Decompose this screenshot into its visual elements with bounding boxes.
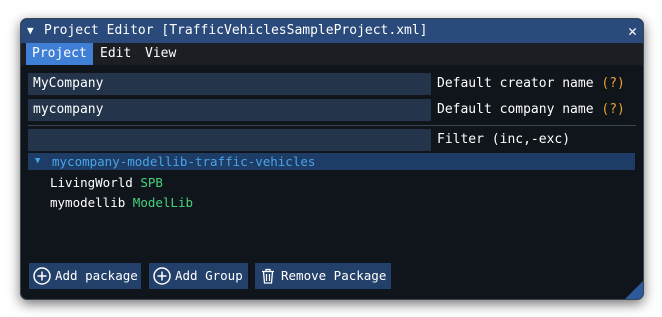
menu-project[interactable]: Project bbox=[26, 43, 93, 65]
plus-circle-icon bbox=[153, 267, 171, 285]
collapse-arrow-icon[interactable]: ▼ bbox=[27, 19, 34, 43]
menu-bar: Project Edit View bbox=[21, 43, 643, 65]
menu-view[interactable]: View bbox=[139, 43, 182, 65]
add-group-label: Add Group bbox=[175, 268, 243, 283]
company-help-marker[interactable]: (?) bbox=[601, 102, 624, 117]
project-editor-window: ▼ Project Editor [TrafficVehiclesSampleP… bbox=[20, 18, 644, 300]
window-title: Project Editor [TrafficVehiclesSamplePro… bbox=[44, 23, 428, 38]
creator-name-label: Default creator name (?) bbox=[437, 73, 625, 95]
remove-package-button[interactable]: Remove Package bbox=[255, 263, 391, 289]
tree-group-name: mycompany-modellib-traffic-vehicles bbox=[52, 154, 316, 169]
trash-icon bbox=[262, 268, 274, 284]
package-name: mymodellib bbox=[50, 195, 126, 210]
tree-group-header[interactable]: ▼ mycompany-modellib-traffic-vehicles bbox=[28, 153, 635, 170]
close-icon[interactable]: ✕ bbox=[628, 19, 637, 43]
separator bbox=[28, 125, 636, 126]
package-type: ModelLib bbox=[132, 195, 194, 210]
company-name-label: Default company name (?) bbox=[437, 99, 625, 121]
package-type: SPB bbox=[140, 175, 163, 190]
tree-item[interactable]: LivingWorld SPB bbox=[50, 174, 163, 192]
add-package-label: Add package bbox=[55, 268, 138, 283]
company-name-label-text: Default company name bbox=[437, 102, 594, 117]
remove-package-label: Remove Package bbox=[281, 268, 387, 283]
menu-edit[interactable]: Edit bbox=[94, 43, 137, 65]
filter-input[interactable] bbox=[28, 129, 431, 151]
title-bar[interactable]: ▼ Project Editor [TrafficVehiclesSampleP… bbox=[21, 19, 643, 43]
filter-label: Filter (inc,-exc) bbox=[437, 132, 571, 147]
creator-name-input[interactable]: MyCompany bbox=[28, 73, 431, 95]
creator-name-label-text: Default creator name bbox=[437, 76, 594, 91]
creator-help-marker[interactable]: (?) bbox=[601, 76, 624, 91]
expand-arrow-icon[interactable]: ▼ bbox=[35, 153, 40, 170]
add-group-button[interactable]: Add Group bbox=[149, 263, 248, 289]
add-package-button[interactable]: Add package bbox=[29, 263, 141, 289]
package-name: LivingWorld bbox=[50, 175, 133, 190]
resize-grip-icon[interactable] bbox=[625, 281, 643, 299]
tree-item[interactable]: mymodellib ModelLib bbox=[50, 194, 193, 212]
company-name-input[interactable]: mycompany bbox=[28, 99, 431, 121]
plus-circle-icon bbox=[33, 267, 51, 285]
